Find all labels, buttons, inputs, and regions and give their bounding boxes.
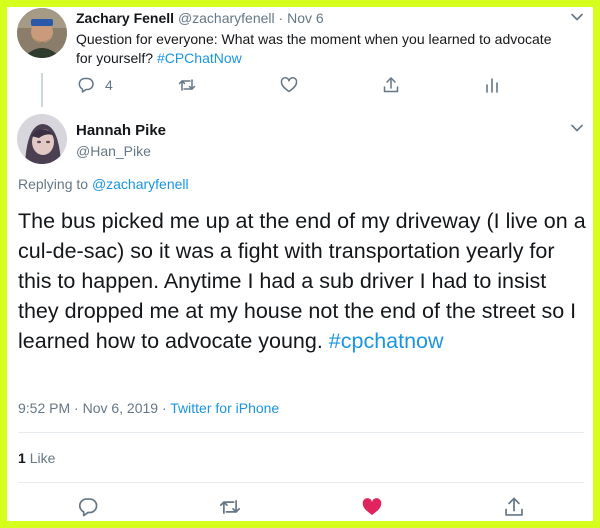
avatar[interactable] <box>17 114 67 164</box>
replying-handle[interactable]: @zacharyfenell <box>92 176 189 192</box>
retweet-button[interactable] <box>178 76 196 94</box>
tweet2-meta: 9:52 PM · Nov 6, 2019 · Twitter for iPho… <box>18 400 279 416</box>
heart-filled-icon[interactable] <box>361 496 383 518</box>
replying-prefix: Replying to <box>18 176 89 192</box>
tweet1-hashtag[interactable]: #CPChatNow <box>157 50 242 66</box>
share-icon <box>382 76 400 94</box>
tweet2-author-name[interactable]: Hannah Pike <box>76 122 166 139</box>
tweet1-header: Zachary Fenell @zacharyfenell · Nov 6 <box>76 10 324 26</box>
tweet1-author-handle[interactable]: @zacharyfenell <box>178 10 275 26</box>
reply-count: 4 <box>105 77 113 93</box>
thread-line <box>41 73 43 107</box>
share-icon[interactable] <box>503 496 525 518</box>
avatar-image <box>17 8 67 58</box>
retweet-icon[interactable] <box>219 496 241 518</box>
tweet1-author-name[interactable]: Zachary Fenell <box>76 10 174 26</box>
divider <box>18 482 584 483</box>
avatar-image <box>17 114 67 164</box>
reply-icon <box>77 76 95 94</box>
tweet2-timestamp[interactable]: 9:52 PM · Nov 6, 2019 <box>18 400 158 416</box>
share-button[interactable] <box>382 76 400 94</box>
like-count: 1 <box>18 450 26 466</box>
divider <box>18 432 584 433</box>
tweet1-body: Question for everyone: What was the mome… <box>76 31 552 66</box>
analytics-icon <box>483 76 501 94</box>
replying-to: Replying to @zacharyfenell <box>18 176 189 192</box>
tweet2-hashtag[interactable]: #cpchatnow <box>329 329 444 353</box>
tweet2-author-handle[interactable]: @Han_Pike <box>76 143 151 159</box>
tweet1-separator: · <box>278 10 284 26</box>
tweet2-text: The bus picked me up at the end of my dr… <box>18 206 588 356</box>
like-icon <box>280 76 298 94</box>
reply-button[interactable]: 4 <box>77 76 113 94</box>
likes-stat[interactable]: 1 Like <box>18 450 55 466</box>
meta-separator: · <box>161 400 167 416</box>
reply-icon[interactable] <box>77 496 99 518</box>
tweet2-body: The bus picked me up at the end of my dr… <box>18 209 586 353</box>
tweet1-date[interactable]: Nov 6 <box>287 10 324 26</box>
chevron-down-icon[interactable] <box>570 10 584 24</box>
like-label: Like <box>29 450 56 466</box>
analytics-button[interactable] <box>483 76 501 94</box>
chevron-down-icon[interactable] <box>570 121 584 135</box>
avatar[interactable] <box>17 8 67 58</box>
retweet-icon <box>178 76 196 94</box>
tweet2-source[interactable]: Twitter for iPhone <box>170 400 279 416</box>
like-button[interactable] <box>280 76 298 94</box>
tweet1-text: Question for everyone: What was the mome… <box>76 30 556 68</box>
